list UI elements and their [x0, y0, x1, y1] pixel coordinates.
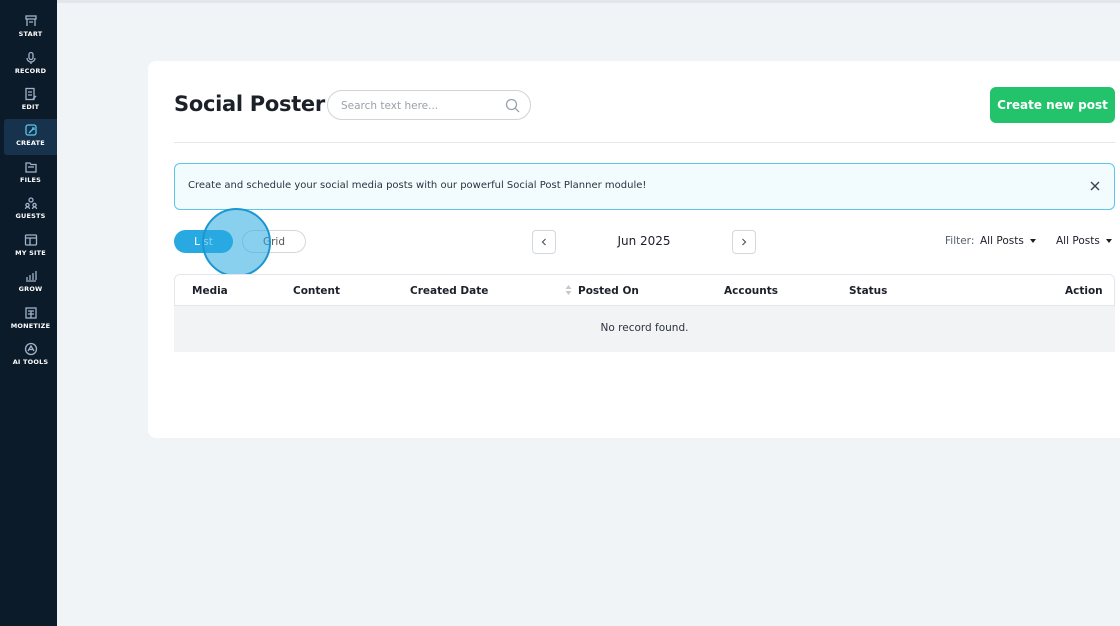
top-divider — [57, 0, 1120, 3]
sidebar-item-grow[interactable]: GROW — [4, 265, 57, 301]
files-icon — [24, 162, 37, 173]
empty-state-message: No record found. — [600, 322, 689, 334]
sort-icon[interactable] — [565, 284, 572, 296]
sidebar-item-label: MONETIZE — [10, 322, 51, 330]
column-action[interactable]: Action — [1065, 285, 1103, 297]
filter-label: Filter: — [945, 235, 975, 247]
sidebar-item-files[interactable]: FILES — [4, 156, 57, 192]
sidebar-item-label: EDIT — [21, 103, 40, 111]
create-new-post-button[interactable]: Create new post — [990, 87, 1115, 123]
start-icon — [24, 15, 37, 26]
sidebar-item-label: RECORD — [14, 67, 47, 75]
filter-posts-dropdown[interactable]: All Posts — [980, 235, 1036, 247]
microphone-icon — [25, 51, 36, 64]
column-status[interactable]: Status — [849, 285, 887, 297]
sidebar-item-guests[interactable]: GUESTS — [4, 192, 57, 228]
header-divider — [174, 142, 1115, 143]
sidebar-item-create[interactable]: CREATE — [4, 119, 57, 155]
grow-icon — [25, 271, 37, 282]
previous-month-button[interactable] — [532, 230, 556, 254]
current-month: Jun 2025 — [617, 234, 671, 248]
create-icon — [24, 124, 37, 136]
sidebar-item-ai-tools[interactable]: AI TOOLS — [4, 338, 57, 374]
sidebar-item-label: START — [18, 30, 43, 38]
caret-down-icon — [1029, 239, 1036, 243]
guests-icon — [24, 197, 37, 210]
close-icon[interactable] — [1086, 177, 1104, 195]
sidebar-item-label: GUESTS — [15, 212, 46, 220]
filter-accounts-value: All Posts — [1056, 235, 1100, 247]
ai-tools-icon — [24, 342, 37, 356]
filter-posts-value: All Posts — [980, 235, 1024, 247]
chevron-left-icon — [541, 238, 546, 246]
search-icon[interactable] — [505, 98, 520, 113]
sidebar-item-label: CREATE — [16, 139, 45, 147]
column-content[interactable]: Content — [293, 285, 340, 297]
monetize-icon — [24, 307, 37, 319]
edit-icon — [24, 87, 36, 101]
info-banner: Create and schedule your social media po… — [174, 163, 1115, 210]
column-media[interactable]: Media — [192, 285, 228, 297]
search-box — [327, 90, 531, 120]
sidebar-item-label: MY SITE — [15, 249, 46, 257]
sidebar-item-monetize[interactable]: MONETIZE — [4, 302, 57, 338]
page-title: Social Poster — [174, 92, 325, 116]
sidebar-item-edit[interactable]: EDIT — [4, 83, 57, 119]
sidebar-item-my-site[interactable]: MY SITE — [4, 229, 57, 265]
site-icon — [24, 234, 37, 246]
sidebar-item-start[interactable]: START — [4, 10, 57, 46]
table-body: No record found. — [174, 306, 1115, 352]
filter-accounts-dropdown[interactable]: All Posts — [1056, 235, 1112, 247]
next-month-button[interactable] — [732, 230, 756, 254]
caret-down-icon — [1105, 239, 1112, 243]
column-posted-on[interactable]: Posted On — [578, 285, 639, 297]
column-accounts[interactable]: Accounts — [724, 285, 778, 297]
grid-view-button[interactable]: Grid — [242, 230, 306, 253]
sidebar-item-record[interactable]: RECORD — [4, 47, 57, 83]
sidebar: START RECORD EDIT CREATE FILES GUESTS MY… — [0, 0, 57, 626]
column-created-date[interactable]: Created Date — [410, 285, 488, 297]
sidebar-item-label: FILES — [19, 176, 42, 184]
table-header: Media Content Created Date Posted On Acc… — [174, 274, 1115, 306]
sidebar-item-label: AI TOOLS — [12, 358, 49, 366]
list-view-button[interactable]: L st — [174, 230, 233, 253]
sidebar-item-label: GROW — [18, 285, 43, 293]
search-input[interactable] — [341, 97, 501, 114]
social-poster-card: Social Poster Create new post Create and… — [148, 61, 1120, 438]
banner-text: Create and schedule your social media po… — [188, 180, 647, 191]
chevron-right-icon — [742, 238, 747, 246]
